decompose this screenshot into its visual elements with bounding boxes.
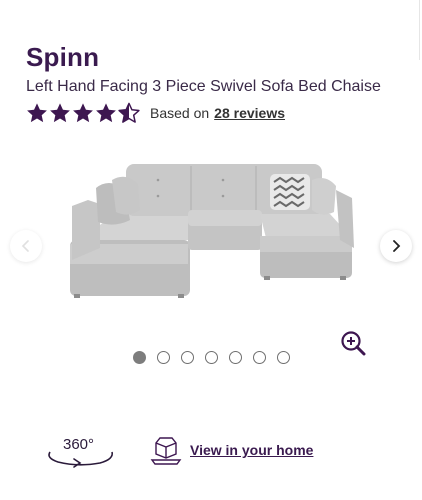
gallery-pagination [133,351,290,364]
chevron-right-icon [393,240,401,252]
chevron-left-icon [21,240,29,252]
view-in-home-label: View in your home [190,442,314,458]
product-gallery[interactable] [0,140,422,350]
gallery-dot[interactable] [181,351,194,364]
gallery-dot[interactable] [229,351,242,364]
product-brand: Spinn [26,42,100,72]
zoom-in-icon[interactable] [340,330,366,356]
star-icon [73,103,93,123]
star-icon [27,103,47,123]
rating-stars [26,102,140,124]
rating-prefix: Based on [150,105,210,121]
view-in-home-link[interactable]: View in your home [150,434,313,466]
star-half-icon [118,102,140,123]
gallery-next-button[interactable] [380,230,412,262]
rating-summary: Based on 28 reviews [150,105,285,121]
view-360-label: 360° [63,436,95,453]
page-edge-divider [419,0,420,60]
rating-row: Based on 28 reviews [26,101,285,125]
reviews-link[interactable]: 28 reviews [214,105,285,121]
sofa-product-image [70,164,354,298]
star-icon [50,103,70,123]
star-icon [96,103,116,123]
gallery-dot[interactable] [253,351,266,364]
ar-cube-icon [150,437,182,465]
gallery-prev-button[interactable] [10,230,42,262]
gallery-dot[interactable] [157,351,170,364]
gallery-dot[interactable] [277,351,290,364]
view-360-button[interactable]: 360° [44,434,118,470]
gallery-dot[interactable] [205,351,218,364]
product-title: Left Hand Facing 3 Piece Swivel Sofa Bed… [26,78,381,95]
gallery-dot[interactable] [133,351,146,364]
